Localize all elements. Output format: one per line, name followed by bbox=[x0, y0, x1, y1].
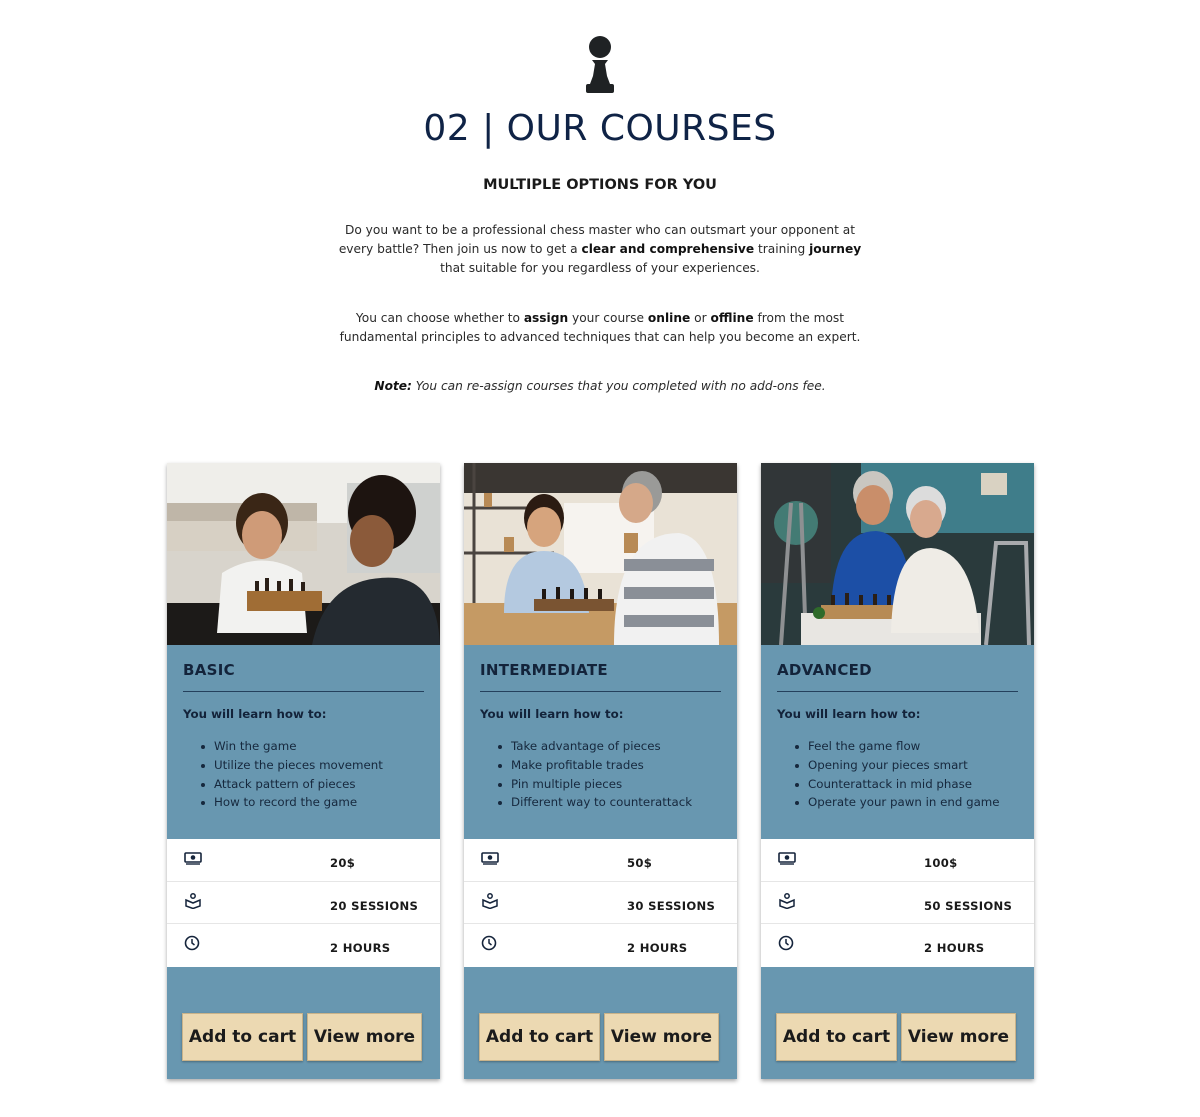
sessions-value: 50 SESSIONS bbox=[924, 898, 1013, 913]
price-value: 100$ bbox=[924, 856, 958, 870]
add-to-cart-button[interactable]: Add to cart bbox=[776, 1013, 897, 1061]
page-subtitle: MULTIPLE OPTIONS FOR YOU bbox=[483, 177, 717, 193]
divider bbox=[480, 691, 721, 692]
clock-icon bbox=[184, 935, 202, 951]
add-to-cart-button[interactable]: Add to cart bbox=[182, 1013, 303, 1061]
sessions-row: 50 SESSIONS bbox=[761, 882, 1034, 925]
course-card-intermediate: INTERMEDIATE You will learn how to: Take… bbox=[464, 463, 737, 1079]
list-item: Pin multiple pieces bbox=[494, 775, 692, 794]
add-to-cart-button[interactable]: Add to cart bbox=[479, 1013, 600, 1061]
price-row: 100$ bbox=[761, 839, 1034, 882]
money-bill-icon bbox=[184, 850, 202, 866]
price-row: 50$ bbox=[464, 839, 737, 882]
list-item: How to record the game bbox=[197, 793, 383, 812]
hours-row: 2 HOURS bbox=[167, 924, 440, 967]
list-item: Win the game bbox=[197, 737, 383, 756]
price-value: 50$ bbox=[627, 856, 653, 870]
course-stats: 50$ 30 SESSIONS 2 HOURS bbox=[464, 839, 737, 967]
view-more-button[interactable]: View more bbox=[604, 1013, 719, 1061]
sessions-value: 20 SESSIONS bbox=[330, 898, 419, 913]
hours-row: 2 HOURS bbox=[761, 924, 1034, 967]
view-more-button[interactable]: View more bbox=[307, 1013, 422, 1061]
list-item: Operate your pawn in end game bbox=[791, 793, 1000, 812]
options-paragraph: You can choose whether to assign your co… bbox=[339, 311, 861, 344]
hours-value: 2 HOURS bbox=[627, 941, 688, 956]
view-more-button[interactable]: View more bbox=[901, 1013, 1016, 1061]
price-value: 20$ bbox=[330, 856, 356, 870]
divider bbox=[183, 691, 424, 692]
list-item: Counterattack in mid phase bbox=[791, 775, 1000, 794]
course-level: ADVANCED bbox=[777, 661, 872, 679]
price-row: 20$ bbox=[167, 839, 440, 882]
course-photo-kids-playing-chess bbox=[167, 463, 440, 645]
learn-list: Take advantage of pieces Make profitable… bbox=[494, 737, 692, 812]
list-item: Utilize the pieces movement bbox=[197, 756, 383, 775]
course-card-advanced: ADVANCED You will learn how to: Feel the… bbox=[761, 463, 1034, 1079]
clock-icon bbox=[778, 935, 796, 951]
sessions-row: 20 SESSIONS bbox=[167, 882, 440, 925]
chess-pawn-icon bbox=[581, 34, 619, 96]
sessions-row: 30 SESSIONS bbox=[464, 882, 737, 925]
list-item: Feel the game flow bbox=[791, 737, 1000, 756]
book-reader-icon bbox=[481, 892, 499, 909]
list-item: Make profitable trades bbox=[494, 756, 692, 775]
course-level: INTERMEDIATE bbox=[480, 661, 608, 679]
course-photo-men-playing-chess bbox=[464, 463, 737, 645]
learn-list: Win the game Utilize the pieces movement… bbox=[197, 737, 383, 812]
course-photo-seniors-playing-chess bbox=[761, 463, 1034, 645]
learn-label: You will learn how to: bbox=[777, 707, 921, 721]
intro-paragraph: Do you want to be a professional chess m… bbox=[338, 223, 862, 275]
book-reader-icon bbox=[184, 892, 202, 909]
sessions-value: 30 SESSIONS bbox=[627, 898, 716, 913]
divider bbox=[777, 691, 1018, 692]
hours-value: 2 HOURS bbox=[924, 941, 985, 956]
clock-icon bbox=[481, 935, 499, 951]
course-level: BASIC bbox=[183, 661, 235, 679]
hours-value: 2 HOURS bbox=[330, 941, 391, 956]
list-item: Attack pattern of pieces bbox=[197, 775, 383, 794]
money-bill-icon bbox=[778, 850, 796, 866]
learn-list: Feel the game flow Opening your pieces s… bbox=[791, 737, 1000, 812]
list-item: Opening your pieces smart bbox=[791, 756, 1000, 775]
hours-row: 2 HOURS bbox=[464, 924, 737, 967]
course-stats: 20$ 20 SESSIONS 2 HOURS bbox=[167, 839, 440, 967]
money-bill-icon bbox=[481, 850, 499, 866]
learn-label: You will learn how to: bbox=[183, 707, 327, 721]
learn-label: You will learn how to: bbox=[480, 707, 624, 721]
list-item: Take advantage of pieces bbox=[494, 737, 692, 756]
list-item: Different way to counterattack bbox=[494, 793, 692, 812]
course-card-basic: BASIC You will learn how to: Win the gam… bbox=[167, 463, 440, 1079]
book-reader-icon bbox=[778, 892, 796, 909]
note-paragraph: Note: You can re-assign courses that you… bbox=[374, 379, 826, 393]
page-title: 02 | OUR COURSES bbox=[423, 108, 777, 149]
course-stats: 100$ 50 SESSIONS 2 HOURS bbox=[761, 839, 1034, 967]
